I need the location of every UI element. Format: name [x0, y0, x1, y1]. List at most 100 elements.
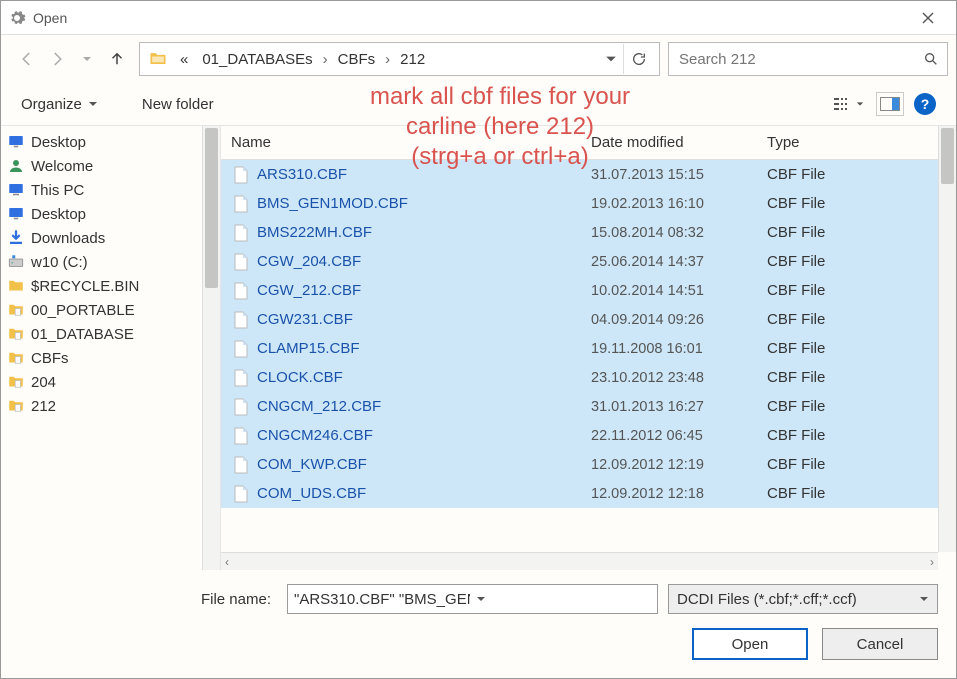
file-hscrollbar[interactable]: ‹ ›	[221, 552, 938, 570]
organize-menu[interactable]: Organize	[15, 92, 104, 117]
crumb-prefix: «	[174, 49, 194, 70]
file-date: 19.11.2008 16:01	[591, 341, 767, 357]
file-icon	[231, 397, 251, 417]
crumb-0[interactable]: 01_DATABASEs	[196, 49, 318, 70]
file-type-select[interactable]: DCDI Files (*.cbf;*.cff;*.ccf)	[668, 584, 938, 614]
file-date: 12.09.2012 12:19	[591, 457, 767, 473]
sidebar-scrollbar[interactable]	[202, 126, 220, 570]
folderdoc-icon	[7, 373, 25, 391]
folderdoc-icon	[7, 325, 25, 343]
file-name: CNGCM246.CBF	[257, 427, 591, 444]
tree-node[interactable]: Desktop	[3, 202, 220, 226]
recent-dropdown[interactable]	[73, 45, 101, 73]
file-row[interactable]: CNGCM246.CBF22.11.2012 06:45CBF File	[221, 421, 956, 450]
help-button[interactable]: ?	[914, 93, 936, 115]
chevron-down-icon[interactable]	[605, 53, 617, 65]
open-button[interactable]: Open	[692, 628, 808, 660]
file-type: CBF File	[767, 398, 825, 415]
file-vscrollbar[interactable]	[938, 126, 956, 552]
file-row[interactable]: CNGCM_212.CBF31.01.2013 16:27CBF File	[221, 392, 956, 421]
tree-node[interactable]: CBFs	[3, 346, 220, 370]
scroll-right-icon[interactable]: ›	[930, 555, 934, 569]
titlebar: Open	[1, 1, 956, 35]
tree-label: Desktop	[31, 206, 86, 223]
tree-node[interactable]: Downloads	[3, 226, 220, 250]
tree-label: Welcome	[31, 158, 93, 175]
drive-icon	[7, 253, 25, 271]
download-icon	[7, 229, 25, 247]
file-icon	[231, 484, 251, 504]
crumb-2[interactable]: 212	[394, 49, 431, 70]
file-type: CBF File	[767, 485, 825, 502]
file-date: 23.10.2012 23:48	[591, 370, 767, 386]
tree-node[interactable]: 212	[3, 394, 220, 418]
main-area: Desktop Welcome This PC Desktop Downloads w10…	[1, 125, 956, 570]
file-icon	[231, 223, 251, 243]
file-icon	[231, 368, 251, 388]
tree-node[interactable]: 204	[3, 370, 220, 394]
desktop-icon	[7, 205, 25, 223]
back-button[interactable]	[13, 45, 41, 73]
cancel-button[interactable]: Cancel	[822, 628, 938, 660]
file-icon	[231, 281, 251, 301]
new-folder-label: New folder	[142, 96, 214, 113]
tree-node[interactable]: 00_PORTABLE	[3, 298, 220, 322]
file-row[interactable]: ARS310.CBF31.07.2013 15:15CBF File	[221, 160, 956, 189]
file-row[interactable]: COM_UDS.CBF12.09.2012 12:18CBF File	[221, 479, 956, 508]
refresh-button[interactable]	[623, 44, 653, 74]
tree-label: This PC	[31, 182, 84, 199]
chevron-right-icon: ›	[321, 51, 330, 68]
tree-node[interactable]: $RECYCLE.BIN	[3, 274, 220, 298]
file-row[interactable]: CGW_204.CBF25.06.2014 14:37CBF File	[221, 247, 956, 276]
file-name-input[interactable]: "ARS310.CBF" "BMS_GEN1MOD.CBF" "BMS22	[287, 584, 658, 614]
crumb-1[interactable]: CBFs	[332, 49, 382, 70]
search-box[interactable]	[668, 42, 948, 76]
up-button[interactable]	[103, 45, 131, 73]
file-row[interactable]: CLOCK.CBF23.10.2012 23:48CBF File	[221, 363, 956, 392]
file-type: CBF File	[767, 340, 825, 357]
file-date: 19.02.2013 16:10	[591, 196, 767, 212]
search-input[interactable]	[677, 50, 923, 69]
new-folder-button[interactable]: New folder	[136, 92, 220, 117]
tree-node[interactable]: This PC	[3, 178, 220, 202]
tree-label: 00_PORTABLE	[31, 302, 135, 319]
preview-pane-button[interactable]	[876, 92, 904, 116]
file-list[interactable]: ARS310.CBF31.07.2013 15:15CBF FileBMS_GE…	[221, 160, 956, 570]
search-icon	[923, 51, 939, 67]
file-row[interactable]: CLAMP15.CBF19.11.2008 16:01CBF File	[221, 334, 956, 363]
organize-label: Organize	[21, 96, 82, 113]
file-type: CBF File	[767, 166, 825, 183]
address-bar[interactable]: « 01_DATABASEs › CBFs › 212	[139, 42, 660, 76]
view-mode-button[interactable]	[832, 92, 866, 116]
file-row[interactable]: BMS_GEN1MOD.CBF19.02.2013 16:10CBF File	[221, 189, 956, 218]
folderdoc-icon	[7, 349, 25, 367]
close-button[interactable]	[906, 1, 950, 34]
scroll-left-icon[interactable]: ‹	[225, 555, 229, 569]
col-date[interactable]: Date modified	[591, 134, 767, 151]
file-icon	[231, 455, 251, 475]
file-name: BMS222MH.CBF	[257, 224, 591, 241]
file-name: CGW_212.CBF	[257, 282, 591, 299]
tree-label: Desktop	[31, 134, 86, 151]
tree-node[interactable]: Desktop	[3, 130, 220, 154]
tree-label: Downloads	[31, 230, 105, 247]
file-type: CBF File	[767, 427, 825, 444]
file-name: CGW_204.CBF	[257, 253, 591, 270]
tree-node[interactable]: Welcome	[3, 154, 220, 178]
tree-node[interactable]: 01_DATABASE	[3, 322, 220, 346]
col-type[interactable]: Type	[767, 134, 956, 151]
breadcrumb[interactable]: « 01_DATABASEs › CBFs › 212	[174, 49, 601, 70]
file-name: COM_UDS.CBF	[257, 485, 591, 502]
file-row[interactable]: BMS222MH.CBF15.08.2014 08:32CBF File	[221, 218, 956, 247]
file-row[interactable]: CGW_212.CBF10.02.2014 14:51CBF File	[221, 276, 956, 305]
chevron-down-icon[interactable]	[470, 594, 652, 604]
file-name: CGW231.CBF	[257, 311, 591, 328]
open-dialog: Open « 01_DATABASEs › CBFs › 212	[0, 0, 957, 679]
folder-icon	[7, 277, 25, 295]
file-row[interactable]: CGW231.CBF04.09.2014 09:26CBF File	[221, 305, 956, 334]
tree-node[interactable]: w10 (C:)	[3, 250, 220, 274]
file-row[interactable]: COM_KWP.CBF12.09.2012 12:19CBF File	[221, 450, 956, 479]
forward-button[interactable]	[43, 45, 71, 73]
col-name[interactable]: Name	[231, 134, 591, 151]
monitor-icon	[7, 181, 25, 199]
